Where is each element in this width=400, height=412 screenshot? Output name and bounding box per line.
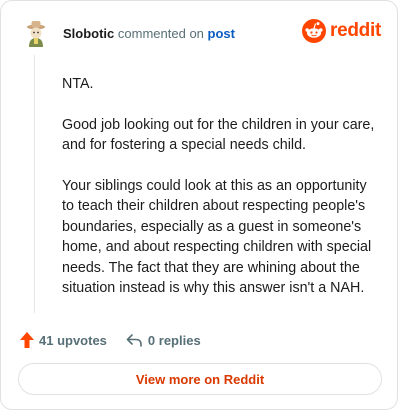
- reply-count: 0 replies: [147, 332, 201, 348]
- comment-header: Slobotic commented on post reddit: [23, 19, 381, 49]
- upvote-button[interactable]: 41 upvotes: [19, 331, 107, 349]
- reddit-snoo-icon: [302, 19, 327, 43]
- upvote-count: 41 upvotes: [39, 332, 107, 348]
- thread-line: [34, 55, 35, 313]
- replies-button[interactable]: 0 replies: [126, 333, 201, 348]
- comment-paragraph: Good job looking out for the children in…: [62, 116, 375, 154]
- comment-body: NTA. Good job looking out for the childr…: [62, 74, 376, 319]
- comment-meta: Slobotic commented on post: [63, 26, 235, 42]
- comment-paragraph: NTA.: [62, 76, 94, 92]
- reddit-comment-embed: Slobotic commented on post reddit NTA. G…: [0, 0, 398, 410]
- commented-on-text: commented on: [117, 26, 204, 41]
- reply-arrow-icon: [126, 333, 142, 347]
- view-more-button[interactable]: View more on Reddit: [18, 363, 382, 395]
- user-avatar-icon[interactable]: [23, 19, 49, 49]
- author-name[interactable]: Slobotic: [63, 26, 114, 41]
- upvote-arrow-icon: [19, 331, 35, 349]
- comment-paragraph: Your siblings could look at this as an o…: [62, 177, 372, 297]
- reddit-logo[interactable]: reddit: [302, 17, 381, 45]
- reddit-wordmark: reddit: [330, 20, 381, 41]
- post-link[interactable]: post: [208, 26, 235, 41]
- comment-actions: 41 upvotes 0 replies: [19, 330, 201, 350]
